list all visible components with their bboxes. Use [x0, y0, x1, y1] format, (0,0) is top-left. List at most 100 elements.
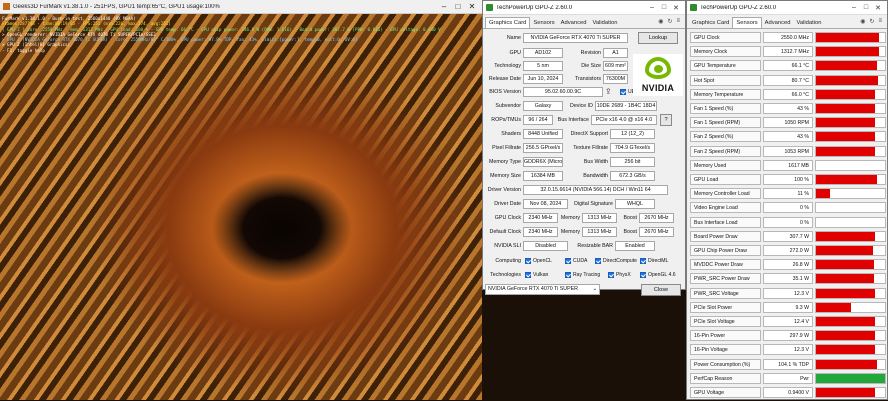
lookup-button[interactable]: Lookup	[638, 32, 678, 44]
sensor-graph-bar	[816, 288, 876, 298]
sensor-label[interactable]: Memory Temperature	[690, 88, 761, 100]
label-technologies: Technologies	[490, 272, 521, 278]
tab-advanced[interactable]: Advanced	[762, 18, 794, 28]
close-icon[interactable]: ✕	[465, 2, 479, 11]
sensor-label[interactable]: Memory Clock	[690, 46, 761, 58]
sensor-label[interactable]: Memory Controller Load	[690, 188, 761, 200]
gpuz-app-icon	[486, 4, 493, 11]
camera-icon[interactable]: ◉	[860, 18, 865, 25]
sensor-value: 26.8 W	[763, 259, 813, 271]
sensor-label[interactable]: PWR_SRC Voltage	[690, 287, 761, 299]
sensor-graph-bar	[816, 132, 875, 142]
sensor-value: 100 %	[763, 174, 813, 185]
sensor-label[interactable]: Fan 1 Speed (%)	[690, 103, 761, 114]
gpuz-title: TechPowerUp GPU-Z 2.60.0	[496, 4, 573, 11]
sensor-graph	[815, 330, 886, 342]
sensor-label[interactable]: PCIe Slot Power	[690, 301, 761, 313]
sensor-label[interactable]: Video Engine Load	[690, 202, 761, 214]
sensor-label[interactable]: GPU Voltage	[690, 387, 761, 398]
sensor-row: Fan 1 Speed (RPM) 1050 RPM	[690, 117, 886, 129]
tab-sensors[interactable]: Sensors	[732, 17, 762, 28]
gpuz-graphics-card-window: TechPowerUp GPU-Z 2.60.0 – □ ✕ Graphics …	[482, 0, 686, 296]
sensor-row: Video Engine Load 0 %	[690, 202, 886, 214]
sensor-graph	[815, 372, 886, 384]
technology-physx: PhysX	[608, 272, 631, 278]
sensor-label[interactable]: GPU Load	[690, 174, 761, 185]
close-button[interactable]: Close	[641, 284, 681, 296]
tab-advanced[interactable]: Advanced	[558, 18, 590, 28]
camera-icon[interactable]: ◉	[658, 18, 663, 25]
close-icon[interactable]: ✕	[670, 4, 682, 12]
sensor-label[interactable]: 16-Pin Power	[690, 330, 761, 342]
sensor-label[interactable]: Memory Used	[690, 159, 761, 171]
label-gpu_clock: GPU Clock	[494, 215, 521, 221]
computing-label: DirectCompute	[603, 258, 637, 264]
field-memory_size: 16384 MB	[523, 171, 563, 181]
sensor-label[interactable]: Board Power Draw	[690, 230, 761, 242]
field-technology: 5 nm	[523, 61, 563, 71]
sensor-label[interactable]: GPU Temperature	[690, 60, 761, 72]
minimize-icon[interactable]: –	[848, 4, 860, 11]
label-boost: Boost	[623, 215, 637, 221]
sensor-label[interactable]: Bus Interface Load	[690, 216, 761, 228]
label-memory: Memory	[560, 229, 580, 235]
furmark-render-canvas[interactable]: FurMark v1.38.1.0 - Burn-in test, 2560x1…	[0, 14, 482, 400]
sensor-graph-bar	[816, 33, 880, 42]
sensor-graph	[815, 344, 886, 356]
sensor-graph	[815, 60, 886, 72]
sensor-value: 0 %	[763, 216, 813, 228]
label-device_id: Device ID	[570, 103, 593, 109]
sensor-label[interactable]: PCIe Slot Voltage	[690, 316, 761, 327]
label-rops: ROPs/TMUs	[491, 117, 521, 123]
tab-validation[interactable]: Validation	[793, 18, 824, 28]
sensor-label[interactable]: MVDDC Power Draw	[690, 259, 761, 271]
sensor-label[interactable]: GPU Clock	[690, 32, 761, 43]
label-nvidia_sli: NVIDIA SLI	[494, 243, 521, 249]
maximize-icon[interactable]: □	[860, 4, 872, 11]
sensor-label[interactable]: PerfCap Reason	[690, 372, 761, 384]
refresh-icon[interactable]: ↻	[869, 18, 874, 25]
sensor-graph-bar	[816, 61, 877, 71]
sensor-row: Fan 2 Speed (RPM) 1053 RPM	[690, 145, 886, 158]
maximize-icon[interactable]: □	[658, 4, 670, 11]
tab-validation[interactable]: Validation	[589, 18, 620, 28]
sensor-label[interactable]: PWR_SRC Power Draw	[690, 273, 761, 285]
label-die_size: Die Size	[581, 63, 601, 69]
close-icon[interactable]: ✕	[872, 4, 884, 12]
label-computing: Computing	[495, 258, 521, 264]
label-pixel_fillrate: Pixel Fillrate	[492, 145, 521, 151]
technology-ray-tracing: Ray Tracing	[565, 272, 600, 278]
sensor-label[interactable]: Fan 2 Speed (RPM)	[690, 145, 761, 157]
minimize-icon[interactable]: –	[646, 4, 658, 11]
bus-test-button[interactable]: ?	[660, 114, 672, 126]
refresh-icon[interactable]: ↻	[667, 18, 672, 25]
sensor-label[interactable]: GPU Chip Power Draw	[690, 245, 761, 256]
sensor-graph	[815, 287, 886, 299]
field-texture_fillrate: 704.9 GTexel/s	[610, 143, 655, 153]
share-icon[interactable]: ⇪	[605, 87, 612, 96]
sensor-graph	[815, 358, 886, 370]
menu-icon[interactable]: ≡	[676, 18, 680, 25]
sensor-label[interactable]: Fan 2 Speed (%)	[690, 131, 761, 143]
tab-graphics-card[interactable]: Graphics Card	[689, 18, 732, 28]
minimize-icon[interactable]: –	[437, 2, 451, 11]
sensor-label[interactable]: Fan 1 Speed (RPM)	[690, 117, 761, 129]
label-bus_interface: Bus Interface	[557, 117, 589, 123]
tab-graphics-card[interactable]: Graphics Card	[485, 17, 531, 28]
tab-sensors[interactable]: Sensors	[530, 18, 557, 28]
sensor-row: GPU Voltage 0.9400 V	[690, 387, 886, 399]
gpu-select-dropdown[interactable]: NVIDIA GeForce RTX 4070 Ti SUPER ⌄	[485, 284, 600, 295]
sensor-label[interactable]: Power Consumption (%)	[690, 358, 761, 370]
sensor-graph-bar	[816, 104, 875, 113]
computing-directcompute: DirectCompute	[595, 258, 637, 264]
field-bandwidth: 672.3 GB/s	[610, 171, 655, 181]
sensor-graph	[815, 103, 886, 114]
maximize-icon[interactable]: □	[451, 2, 465, 11]
field-device_id: 10DE 2689 - 1B4C 18D4	[595, 101, 657, 111]
sensor-graph-bar	[816, 75, 879, 85]
sensor-label[interactable]: 16-Pin Voltage	[690, 344, 761, 356]
sensor-label[interactable]: Hot Spot	[690, 74, 761, 86]
label-bios: BIOS Version	[489, 89, 521, 95]
label-resizable_bar: Resizable BAR	[577, 243, 613, 249]
menu-icon[interactable]: ≡	[878, 18, 882, 25]
